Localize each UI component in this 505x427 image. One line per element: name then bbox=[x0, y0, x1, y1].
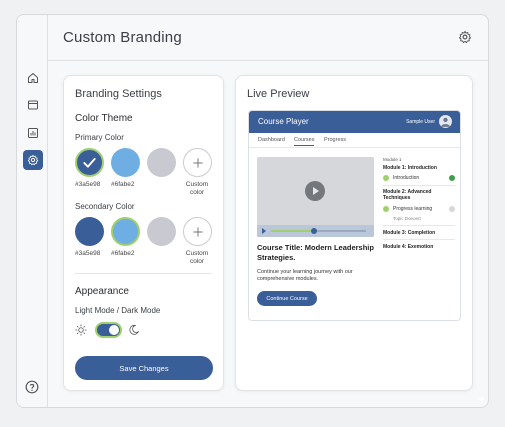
sparkle-icon: ✦ bbox=[477, 394, 487, 406]
module-2-title[interactable]: Module 2: Advanced Techniques bbox=[383, 189, 443, 201]
save-changes-button[interactable]: Save Changes bbox=[75, 356, 213, 380]
help-icon bbox=[25, 380, 39, 394]
secondary-hex-1: #3a5e98 bbox=[75, 250, 101, 257]
appearance-title: Appearance bbox=[75, 286, 129, 297]
dark-mode-toggle[interactable] bbox=[95, 322, 122, 338]
sidebar-item-analytics[interactable] bbox=[23, 123, 43, 143]
preview-tab-progress[interactable]: Progress bbox=[324, 137, 346, 143]
primary-hex-2: #6fabe2 bbox=[111, 181, 135, 188]
complete-check-icon bbox=[449, 175, 455, 181]
continue-course-button[interactable]: Continue Course bbox=[257, 291, 317, 306]
module-4-title[interactable]: Module 4: Exemotion bbox=[383, 244, 433, 250]
course-description: Continue your learning journey with our … bbox=[257, 269, 353, 282]
module-item-progress[interactable]: Progress learning bbox=[393, 206, 432, 212]
moon-icon bbox=[129, 324, 139, 335]
gear-icon bbox=[458, 30, 472, 44]
module-item-introduction[interactable]: Introduction bbox=[393, 175, 419, 181]
progress-dot-icon bbox=[383, 206, 389, 212]
sun-icon bbox=[75, 324, 87, 336]
preview-app-title: Course Player bbox=[258, 117, 309, 126]
primary-custom-label: Custom color bbox=[185, 181, 209, 196]
home-icon bbox=[28, 73, 38, 83]
secondary-swatch-1[interactable] bbox=[75, 217, 104, 246]
primary-swatch-3[interactable] bbox=[147, 148, 176, 177]
page-title: Custom Branding bbox=[63, 29, 182, 46]
module-1-title[interactable]: Module 1: Introduction bbox=[383, 165, 437, 171]
plus-icon bbox=[192, 157, 203, 168]
secondary-color-label: Secondary Color bbox=[75, 202, 135, 211]
checkmark-icon bbox=[83, 157, 96, 168]
module-1-small: Module 1 bbox=[383, 157, 402, 162]
module-separator bbox=[383, 185, 455, 186]
video-player[interactable] bbox=[257, 157, 374, 237]
sidebar-item-layout[interactable] bbox=[23, 95, 43, 115]
sidebar bbox=[17, 15, 48, 407]
secondary-custom-color-button[interactable] bbox=[183, 217, 212, 246]
header: Custom Branding bbox=[48, 15, 488, 61]
user-icon bbox=[441, 117, 450, 127]
preview-tabs: Dashboard Courses Progress bbox=[249, 133, 460, 148]
analytics-icon bbox=[28, 128, 38, 138]
progress-dot-icon bbox=[383, 175, 389, 181]
primary-swatch-1[interactable] bbox=[75, 148, 104, 177]
video-scrubber[interactable] bbox=[311, 228, 317, 234]
help-button[interactable] bbox=[25, 380, 39, 394]
primary-hex-1: #3a5e98 bbox=[75, 181, 101, 188]
mode-label: Light Mode / Dark Mode bbox=[75, 306, 161, 315]
secondary-swatch-3[interactable] bbox=[147, 217, 176, 246]
primary-color-label: Primary Color bbox=[75, 133, 124, 142]
video-progress bbox=[271, 230, 314, 232]
settings-icon bbox=[27, 154, 39, 166]
secondary-hex-2: #6fabe2 bbox=[111, 250, 135, 257]
preview-frame: Course Player Sample User Dashboard Cour… bbox=[248, 110, 461, 321]
app-window: Custom Branding Branding Settings Color … bbox=[16, 14, 489, 408]
preview-topbar: Course Player Sample User bbox=[249, 111, 460, 133]
module-separator bbox=[383, 239, 455, 240]
primary-custom-color-button[interactable] bbox=[183, 148, 212, 177]
sidebar-item-settings[interactable] bbox=[23, 150, 43, 170]
module-item-topic[interactable]: Topic Doeoert bbox=[393, 216, 421, 221]
preview-tab-courses[interactable]: Courses bbox=[294, 137, 315, 146]
branding-settings-panel: Branding Settings Color Theme Primary Co… bbox=[63, 75, 224, 391]
preview-tab-dashboard[interactable]: Dashboard bbox=[258, 137, 285, 143]
live-preview-panel: Live Preview Course Player Sample User D… bbox=[235, 75, 473, 391]
avatar[interactable] bbox=[439, 115, 452, 128]
color-theme-title: Color Theme bbox=[75, 113, 133, 124]
primary-swatch-2[interactable] bbox=[111, 148, 140, 177]
divider bbox=[75, 273, 212, 274]
play-small-icon[interactable] bbox=[262, 228, 266, 234]
course-title: Course Title: Modern Leadership Strategi… bbox=[257, 243, 374, 262]
module-separator bbox=[383, 225, 455, 226]
secondary-swatch-2[interactable] bbox=[111, 217, 140, 246]
preview-user-name: Sample User bbox=[406, 119, 435, 125]
plus-icon bbox=[192, 226, 203, 237]
toggle-knob bbox=[109, 325, 119, 335]
module-3-title[interactable]: Module 3: Completion bbox=[383, 230, 435, 236]
live-preview-title: Live Preview bbox=[247, 88, 310, 100]
incomplete-dot-icon bbox=[449, 206, 455, 212]
secondary-custom-label: Custom color bbox=[185, 250, 209, 265]
video-controls bbox=[257, 225, 374, 237]
layout-icon bbox=[28, 100, 38, 110]
branding-settings-title: Branding Settings bbox=[75, 88, 162, 100]
header-settings-button[interactable] bbox=[458, 30, 472, 44]
sidebar-item-home[interactable] bbox=[23, 68, 43, 88]
play-icon[interactable] bbox=[305, 181, 325, 201]
